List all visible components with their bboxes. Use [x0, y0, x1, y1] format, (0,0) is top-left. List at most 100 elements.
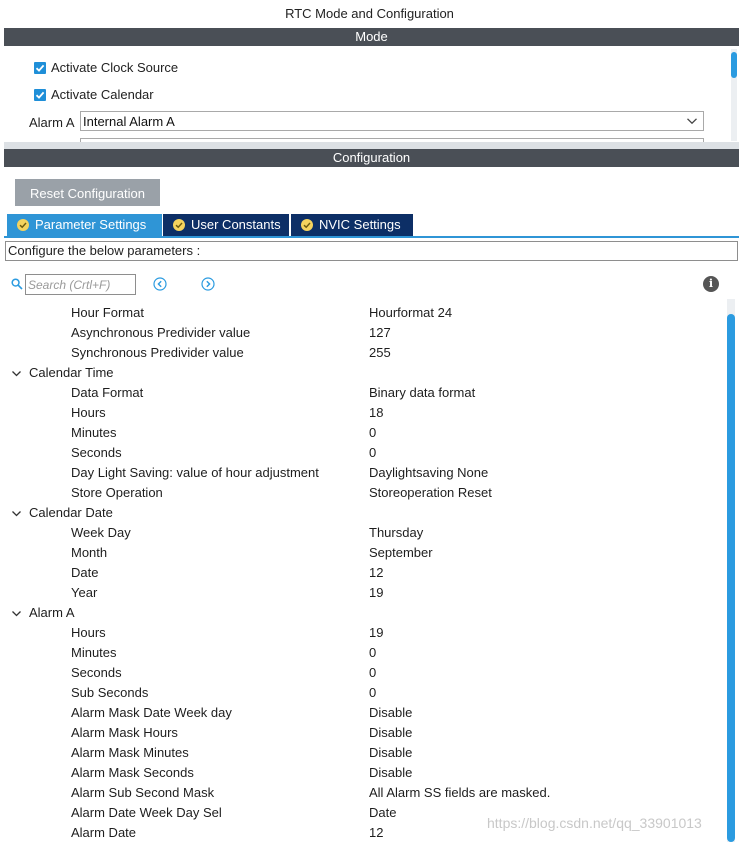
parameter-value[interactable]: 0 — [369, 683, 376, 703]
parameter-value[interactable]: Daylightsaving None — [369, 463, 488, 483]
parameter-name: Date — [71, 565, 99, 580]
parameter-name: Data Format — [71, 385, 144, 400]
check-icon — [35, 91, 45, 99]
tab-label: Parameter Settings — [35, 217, 147, 232]
parameter-value[interactable]: Disable — [369, 763, 412, 783]
chevron-down-icon[interactable] — [11, 608, 22, 619]
check-circle-icon — [173, 219, 185, 231]
tab-user-constants[interactable]: User Constants — [162, 214, 289, 236]
parameter-value[interactable]: Disable — [369, 703, 412, 723]
parameter-row[interactable]: Hours 18 — [0, 403, 724, 423]
parameter-name: Week Day — [71, 525, 131, 540]
parameter-value[interactable]: 0 — [369, 423, 376, 443]
parameter-value[interactable]: 19 — [369, 623, 383, 643]
window-title: RTC Mode and Configuration — [285, 6, 454, 21]
watermark: https://blog.csdn.net/qq_33901013 — [487, 815, 702, 831]
parameter-name: Alarm Date Week Day Sel — [71, 805, 222, 820]
parameter-row[interactable]: Week Day Thursday — [0, 523, 724, 543]
parameter-group[interactable]: Calendar Date — [0, 503, 724, 523]
alarm-a-label: Alarm A — [29, 115, 75, 130]
parameter-row[interactable]: Store Operation Storeoperation Reset — [0, 483, 724, 503]
parameter-row[interactable]: Minutes 0 — [0, 423, 724, 443]
alarm-a-value: Internal Alarm A — [83, 114, 175, 129]
parameter-value[interactable]: Storeoperation Reset — [369, 483, 492, 503]
check-circle-icon — [17, 219, 29, 231]
parameter-value[interactable]: 0 — [369, 443, 376, 463]
reset-configuration-button[interactable]: Reset Configuration — [15, 179, 160, 206]
parameter-value[interactable]: 19 — [369, 583, 383, 603]
parameter-row[interactable]: Alarm Sub Second Mask All Alarm SS fields… — [0, 783, 724, 803]
parameter-value[interactable]: 0 — [369, 663, 376, 683]
next-arrow-icon[interactable] — [201, 277, 215, 291]
parameter-value[interactable]: Binary data format — [369, 383, 475, 403]
parameter-row[interactable]: Year 19 — [0, 583, 724, 603]
parameter-row[interactable]: Hours 19 — [0, 623, 724, 643]
parameter-scrollbar-thumb[interactable] — [727, 314, 735, 842]
tab-nvic-settings[interactable]: NVIC Settings — [290, 214, 413, 236]
parameter-value[interactable]: 0 — [369, 643, 376, 663]
parameter-value[interactable]: All Alarm SS fields are masked. — [369, 783, 550, 803]
mode-scrollbar-thumb[interactable] — [731, 52, 737, 78]
parameter-row[interactable]: Day Light Saving: value of hour adjustme… — [0, 463, 724, 483]
tab-bar: Parameter Settings User Constants NVIC S… — [4, 214, 739, 238]
parameter-row[interactable]: Sub Seconds 0 — [0, 683, 724, 703]
parameter-group[interactable]: Calendar Time — [0, 363, 724, 383]
parameter-row[interactable]: Month September — [0, 543, 724, 563]
parameter-row[interactable]: Synchronous Predivider value 255 — [0, 343, 724, 363]
check-icon — [35, 64, 45, 72]
tab-parameter-settings[interactable]: Parameter Settings — [7, 214, 162, 236]
parameter-group-label: Alarm A — [29, 605, 75, 620]
parameter-row[interactable]: Alarm Mask Date Week day Disable — [0, 703, 724, 723]
parameter-value[interactable]: September — [369, 543, 433, 563]
parameter-name: Hour Format — [71, 305, 144, 320]
activate-calendar-checkbox[interactable] — [34, 89, 46, 101]
parameter-group[interactable]: Alarm A — [0, 603, 724, 623]
parameter-value[interactable]: Date — [369, 803, 396, 823]
panel-splitter[interactable] — [4, 142, 739, 149]
chevron-down-icon[interactable] — [11, 508, 22, 519]
parameter-name: Minutes — [71, 645, 117, 660]
parameter-row[interactable]: Seconds 0 — [0, 443, 724, 463]
activate-clock-source-checkbox[interactable] — [34, 62, 46, 74]
parameter-value[interactable]: 127 — [369, 323, 391, 343]
parameter-group-label: Calendar Time — [29, 365, 114, 380]
chevron-down-icon[interactable] — [11, 368, 22, 379]
parameter-group-label: Calendar Date — [29, 505, 113, 520]
mode-panel: Activate Clock Source Activate Calendar … — [4, 47, 739, 142]
parameter-value[interactable]: 12 — [369, 823, 383, 842]
mode-scrollbar[interactable] — [731, 49, 737, 141]
parameter-row[interactable]: Alarm Mask Seconds Disable — [0, 763, 724, 783]
activate-calendar-label: Activate Calendar — [51, 87, 154, 102]
parameter-row[interactable]: Asynchronous Predivider value 127 — [0, 323, 724, 343]
parameter-name: Store Operation — [71, 485, 163, 500]
parameter-value[interactable]: 255 — [369, 343, 391, 363]
parameter-row[interactable]: Date 12 — [0, 563, 724, 583]
parameter-name: Year — [71, 585, 98, 600]
tab-label: NVIC Settings — [319, 217, 401, 232]
parameter-name: Synchronous Predivider value — [71, 345, 244, 360]
parameter-value[interactable]: Hourformat 24 — [369, 303, 452, 323]
parameter-row[interactable]: Data Format Binary data format — [0, 383, 724, 403]
parameter-row[interactable]: Seconds 0 — [0, 663, 724, 683]
info-icon[interactable]: i — [703, 276, 719, 292]
parameter-row[interactable]: Minutes 0 — [0, 643, 724, 663]
mode-header: Mode — [4, 28, 739, 46]
parameter-value[interactable]: 18 — [369, 403, 383, 423]
parameter-row[interactable]: Hour Format Hourformat 24 — [0, 303, 724, 323]
parameter-row[interactable]: Alarm Mask Hours Disable — [0, 723, 724, 743]
parameter-name: Alarm Date — [71, 825, 137, 840]
alarm-a-select[interactable]: Internal Alarm A — [80, 111, 704, 131]
parameter-value[interactable]: Thursday — [369, 523, 423, 543]
search-input[interactable] — [25, 274, 136, 295]
parameter-name: Alarm Mask Date Week day — [71, 705, 232, 720]
parameter-name: Alarm Sub Second Mask — [71, 785, 215, 800]
parameter-row[interactable]: Alarm Mask Minutes Disable — [0, 743, 724, 763]
parameter-scrollbar[interactable] — [727, 299, 735, 842]
parameter-value[interactable]: 12 — [369, 563, 383, 583]
parameter-name: Hours — [71, 405, 106, 420]
parameter-value[interactable]: Disable — [369, 723, 412, 743]
prev-arrow-icon[interactable] — [153, 277, 167, 291]
parameter-name: Alarm Mask Minutes — [71, 745, 189, 760]
parameter-value[interactable]: Disable — [369, 743, 412, 763]
parameter-name: Hours — [71, 625, 106, 640]
